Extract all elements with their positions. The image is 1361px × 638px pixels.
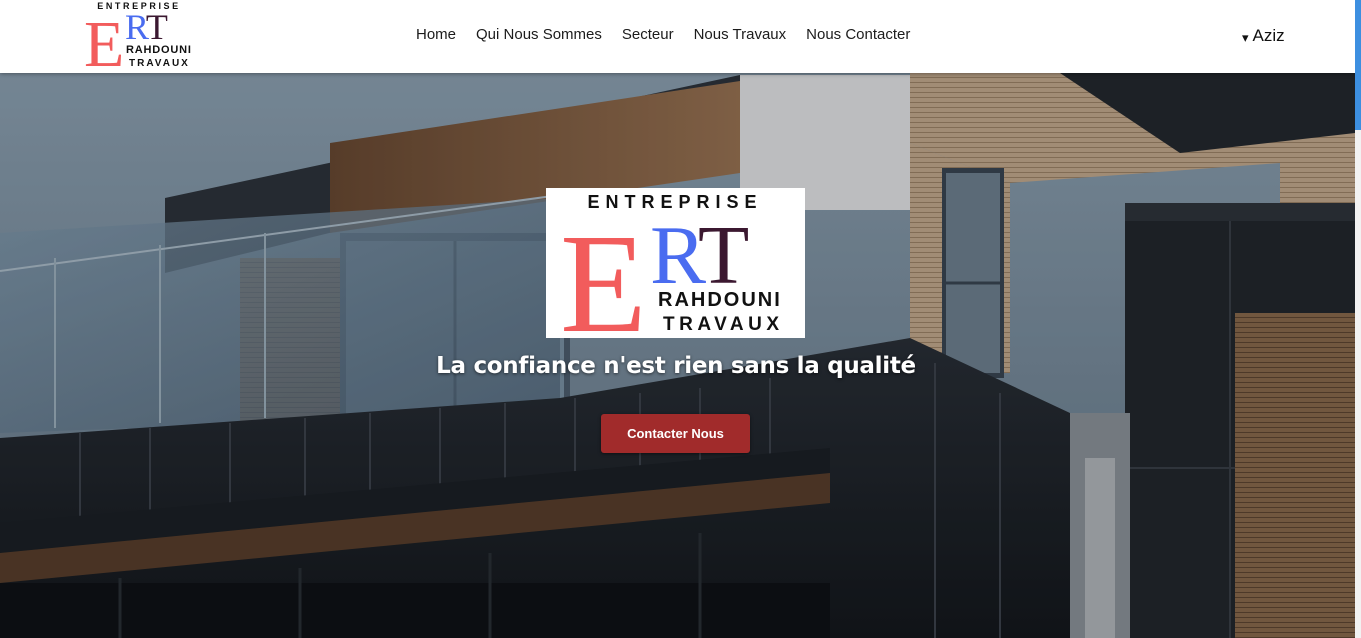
logo-e-letter: E: [84, 8, 124, 70]
logo-rt-letters: RT: [125, 7, 168, 47]
hero-section: ENTREPRISE E RT RAHDOUNI TRAVAUX La conf…: [0, 73, 1355, 638]
nav-secteur[interactable]: Secteur: [612, 25, 684, 45]
nav-nous-travaux[interactable]: Nous Travaux: [684, 25, 797, 45]
navbar: ENTREPRISE E RT RAHDOUNI TRAVAUX Home Qu…: [0, 0, 1355, 73]
caret-down-icon: ▾: [1242, 30, 1249, 45]
logo-travaux-text: TRAVAUX: [129, 58, 190, 69]
hero-tagline: La confiance n'est rien sans la qualité: [436, 353, 916, 379]
brand-logo[interactable]: ENTREPRISE E RT RAHDOUNI TRAVAUX: [84, 0, 194, 70]
logo-rahdouni-text: RAHDOUNI: [126, 44, 192, 56]
hero-logo-e-letter: E: [560, 204, 647, 338]
user-menu[interactable]: ▾ Aziz: [1242, 25, 1285, 46]
nav-qui-nous-sommes[interactable]: Qui Nous Sommes: [466, 25, 612, 45]
hero-logo-travaux-text: TRAVAUX: [663, 314, 784, 335]
user-name: Aziz: [1252, 25, 1285, 45]
hero-logo-rahdouni-text: RAHDOUNI: [658, 289, 782, 311]
scrollbar-thumb[interactable]: [1355, 0, 1361, 130]
nav-home[interactable]: Home: [406, 25, 466, 45]
nav-nous-contacter[interactable]: Nous Contacter: [796, 25, 920, 45]
scrollbar[interactable]: [1355, 0, 1361, 638]
page: ENTREPRISE E RT RAHDOUNI TRAVAUX Home Qu…: [0, 0, 1361, 638]
main-nav: Home Qui Nous Sommes Secteur Nous Travau…: [406, 25, 920, 45]
hero-logo-graphic: ENTREPRISE E RT RAHDOUNI TRAVAUX: [560, 192, 784, 362]
hero-logo: ENTREPRISE E RT RAHDOUNI TRAVAUX: [546, 188, 805, 362]
contact-us-button[interactable]: Contacter Nous: [601, 414, 750, 453]
